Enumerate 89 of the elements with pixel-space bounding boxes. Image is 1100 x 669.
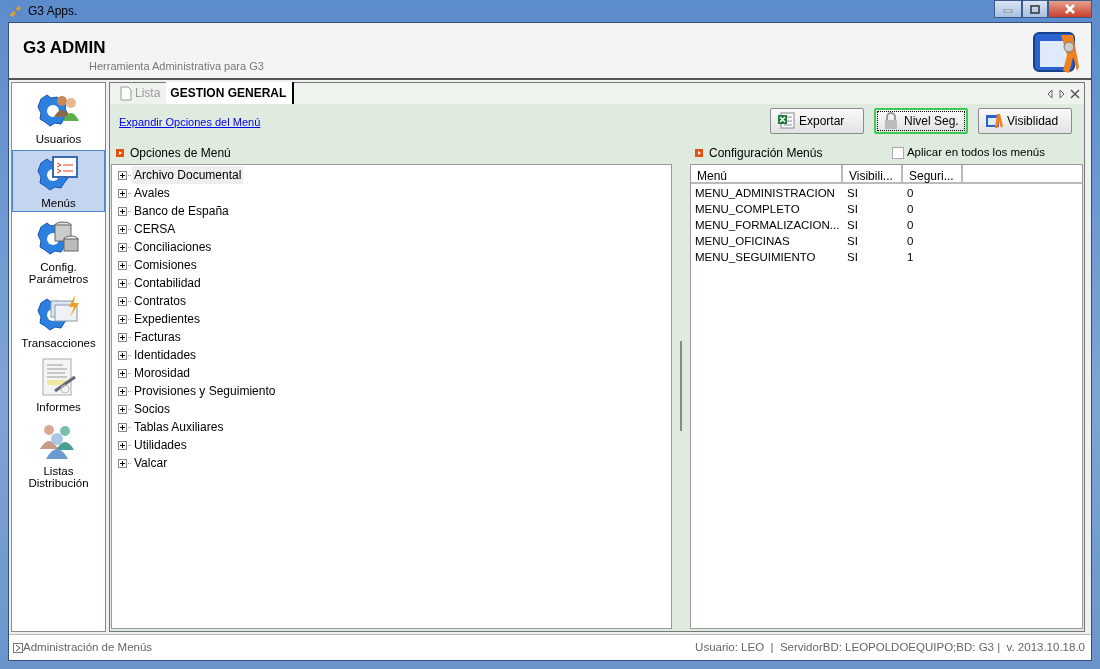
table-cell-text: SI bbox=[846, 202, 859, 218]
expand-icon[interactable] bbox=[118, 385, 132, 397]
panel-title: Configuración Menús bbox=[709, 145, 823, 162]
tree-item[interactable]: Provisiones y Seguimiento bbox=[132, 382, 278, 400]
tree-item[interactable]: Comisiones bbox=[132, 256, 199, 274]
tree-item[interactable]: Tablas Auxiliares bbox=[132, 418, 226, 436]
tools-icon bbox=[8, 3, 24, 19]
tab[interactable]: GESTION GENERAL bbox=[166, 82, 295, 104]
sidebar-item[interactable]: Listas Distribución bbox=[12, 418, 105, 492]
scroll-left-icon[interactable] bbox=[1046, 88, 1054, 99]
lock-icon bbox=[882, 112, 900, 130]
table-cell-text: MENU_COMPLETO bbox=[694, 202, 801, 218]
close-icon[interactable] bbox=[1070, 88, 1080, 99]
sidebar-item[interactable]: Menús bbox=[12, 150, 105, 212]
expand-icon[interactable] bbox=[118, 277, 132, 289]
expand-icon[interactable] bbox=[118, 169, 132, 181]
panel-title: Opciones de Menú bbox=[130, 145, 231, 162]
table-cell-text: SI bbox=[846, 218, 859, 234]
window-tools-icon bbox=[985, 112, 1003, 130]
checkbox-label: Aplicar en todos los menús bbox=[906, 145, 1045, 161]
tree-item[interactable]: Banco de España bbox=[132, 202, 231, 220]
expand-icon[interactable] bbox=[118, 259, 132, 271]
sidebar-item[interactable]: Informes bbox=[12, 354, 105, 416]
table-cell-text: MENU_ADMINISTRACION bbox=[694, 186, 836, 202]
tree-item[interactable]: Facturas bbox=[132, 328, 183, 346]
spreadsheet-icon bbox=[777, 112, 795, 130]
status-text: Administración de Menús bbox=[23, 639, 153, 655]
checkbox[interactable] bbox=[891, 147, 904, 159]
page-icon bbox=[120, 85, 132, 101]
column-header[interactable]: Seguri... bbox=[903, 165, 963, 182]
sidebar-item[interactable]: Config. Parámetros bbox=[12, 214, 105, 288]
toolbar-button[interactable]: Visiblidad bbox=[978, 108, 1072, 134]
bullet-icon bbox=[116, 149, 124, 157]
table-cell-text: MENU_OFICINAS bbox=[694, 234, 791, 250]
tree-item[interactable]: Contratos bbox=[132, 292, 189, 310]
table-cell-text: MENU_SEGUIMIENTO bbox=[694, 250, 817, 266]
tree-item[interactable]: Utilidades bbox=[132, 436, 189, 454]
toolbar-button[interactable]: Exportar bbox=[770, 108, 864, 134]
table-cell-text: 1 bbox=[906, 250, 915, 266]
expand-icon[interactable] bbox=[118, 439, 132, 451]
maximize-icon bbox=[1030, 4, 1040, 14]
expand-icon[interactable] bbox=[118, 367, 132, 379]
app-title: G3 ADMIN bbox=[23, 38, 107, 59]
expand-icon[interactable] bbox=[118, 187, 132, 199]
sidebar-item[interactable]: Transacciones bbox=[12, 290, 105, 352]
table-cell-text: 0 bbox=[906, 218, 915, 234]
maximize-button[interactable] bbox=[1022, 0, 1048, 18]
expand-icon[interactable] bbox=[118, 295, 132, 307]
tree-item[interactable]: CERSA bbox=[132, 220, 178, 238]
scroll-right-icon[interactable] bbox=[1058, 88, 1066, 99]
expand-link[interactable]: Expandir Opciones del Menú bbox=[119, 114, 261, 142]
expand-icon[interactable] bbox=[118, 403, 132, 415]
app-subtitle: Herramienta Administrativa para G3 bbox=[89, 59, 264, 75]
tree-item[interactable]: Archivo Documental bbox=[132, 166, 244, 184]
tree-item[interactable]: Valcar bbox=[132, 454, 170, 472]
expand-icon[interactable] bbox=[118, 331, 132, 343]
column-header[interactable]: Visibili... bbox=[843, 165, 903, 182]
tree-item[interactable]: Expedientes bbox=[132, 310, 203, 328]
table-cell-text: 0 bbox=[906, 234, 915, 250]
expand-icon[interactable] bbox=[118, 349, 132, 361]
expand-icon[interactable] bbox=[118, 223, 132, 235]
table-cell-text: SI bbox=[846, 234, 859, 250]
window-title: G3 Apps. bbox=[28, 3, 78, 20]
table-cell-text: MENU_FORMALIZACION... bbox=[694, 218, 841, 234]
splitter-handle[interactable] bbox=[680, 340, 682, 431]
expand-icon[interactable] bbox=[118, 205, 132, 217]
minimize-button[interactable] bbox=[994, 0, 1022, 18]
tree-item[interactable]: Contabilidad bbox=[132, 274, 203, 292]
table-cell-text: 0 bbox=[906, 202, 915, 218]
expand-icon[interactable] bbox=[118, 241, 132, 253]
expand-icon[interactable] bbox=[118, 457, 132, 469]
tree-item[interactable]: Identidades bbox=[132, 346, 199, 364]
tree-item[interactable]: Avales bbox=[132, 184, 172, 202]
status-info: Usuario: LEO | ServidorBD: LEOPOLDOEQUIPO;BD: G3 | v. 2013.10.18.0 bbox=[695, 639, 1085, 655]
table-cell-text: 0 bbox=[906, 186, 915, 202]
column-header[interactable]: Menú bbox=[691, 165, 843, 182]
close-icon bbox=[1064, 4, 1076, 14]
tree-item[interactable]: Morosidad bbox=[132, 364, 193, 382]
sidebar-item[interactable]: Usuarios bbox=[12, 86, 105, 148]
close-button[interactable] bbox=[1048, 0, 1092, 18]
tree-item[interactable]: Socios bbox=[132, 400, 173, 418]
expand-icon[interactable] bbox=[118, 313, 132, 325]
tree-item[interactable]: Conciliaciones bbox=[132, 238, 214, 256]
toolbar-button[interactable]: Nivel Seg. bbox=[874, 108, 968, 134]
expand-icon bbox=[13, 642, 23, 653]
table-cell-text: SI bbox=[846, 250, 859, 266]
table-cell-text: SI bbox=[846, 186, 859, 202]
expand-icon[interactable] bbox=[118, 421, 132, 433]
bullet-icon bbox=[695, 149, 703, 157]
